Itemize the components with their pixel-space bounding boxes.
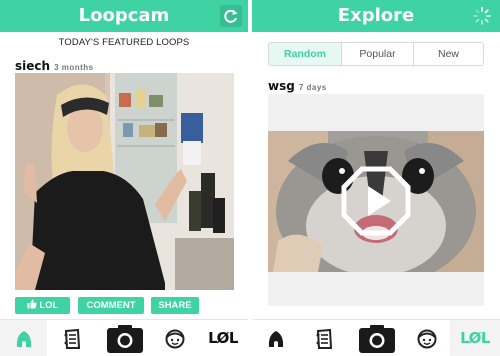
tab-lol[interactable]: LØL	[198, 320, 248, 356]
lol-tab-label: LØL	[208, 329, 238, 347]
explore-tabs: Random Popular New	[268, 42, 484, 66]
featured-loops-heading: TODAY'S FEATURED LOOPS	[58, 37, 190, 48]
loading-spinner-icon	[473, 7, 491, 25]
refresh-button[interactable]	[220, 5, 242, 27]
post-meta: wsg 7 days	[268, 77, 327, 95]
share-button[interactable]: SHARE	[151, 297, 199, 314]
tab-camera[interactable]	[349, 320, 404, 356]
tab-popular[interactable]: Popular	[342, 43, 413, 65]
lol-tab-label: LØL	[460, 329, 490, 347]
feed-list-icon	[64, 328, 81, 349]
tab-random[interactable]: Random	[269, 43, 341, 65]
profile-face-icon	[417, 329, 437, 348]
video-thumbnail[interactable]	[268, 131, 484, 272]
thumbs-up-icon	[27, 299, 37, 309]
tab-lol[interactable]: LØL	[450, 320, 500, 356]
tab-new[interactable]: New	[414, 43, 483, 65]
tab-home[interactable]	[252, 320, 299, 356]
tab-camera[interactable]	[97, 320, 152, 356]
video-container[interactable]	[268, 94, 484, 306]
camera-icon	[358, 324, 395, 353]
tab-feed[interactable]	[47, 320, 97, 356]
post-username[interactable]: siech	[15, 59, 50, 73]
profile-face-icon	[165, 329, 185, 348]
lol-label: LOL	[39, 300, 59, 311]
loop-photo[interactable]	[15, 73, 234, 290]
screen-title: Explore	[337, 5, 415, 26]
explore-screen: Explore Random Popular New wsg 7 days LØ…	[252, 0, 500, 356]
bottom-tab-bar: LØL	[252, 319, 500, 356]
share-label: SHARE	[158, 300, 192, 311]
camera-icon	[106, 324, 143, 353]
refresh-icon	[224, 9, 238, 23]
post-username[interactable]: wsg	[268, 79, 295, 93]
header-bar: Loopcam	[0, 0, 248, 32]
comment-button[interactable]: COMMENT	[78, 297, 144, 314]
home-icon	[16, 330, 31, 347]
post-time-ago: 7 days	[298, 83, 327, 92]
tab-feed[interactable]	[299, 320, 349, 356]
post-time-ago: 3 months	[54, 63, 94, 72]
lol-button[interactable]: LOL	[15, 297, 70, 314]
play-icon[interactable]	[341, 166, 411, 236]
feed-list-icon	[316, 328, 333, 349]
loopcam-screen: Loopcam TODAY'S FEATURED LOOPS siech 3 mo…	[0, 0, 248, 356]
app-title: Loopcam	[78, 5, 170, 26]
header-bar: Explore	[252, 0, 500, 32]
tab-home[interactable]	[0, 320, 47, 356]
loop-photo-image	[15, 73, 234, 290]
comment-label: COMMENT	[86, 300, 136, 311]
bottom-tab-bar: LØL	[0, 319, 248, 356]
tab-profile[interactable]	[404, 320, 450, 356]
tab-profile[interactable]	[152, 320, 198, 356]
home-icon	[268, 330, 283, 347]
